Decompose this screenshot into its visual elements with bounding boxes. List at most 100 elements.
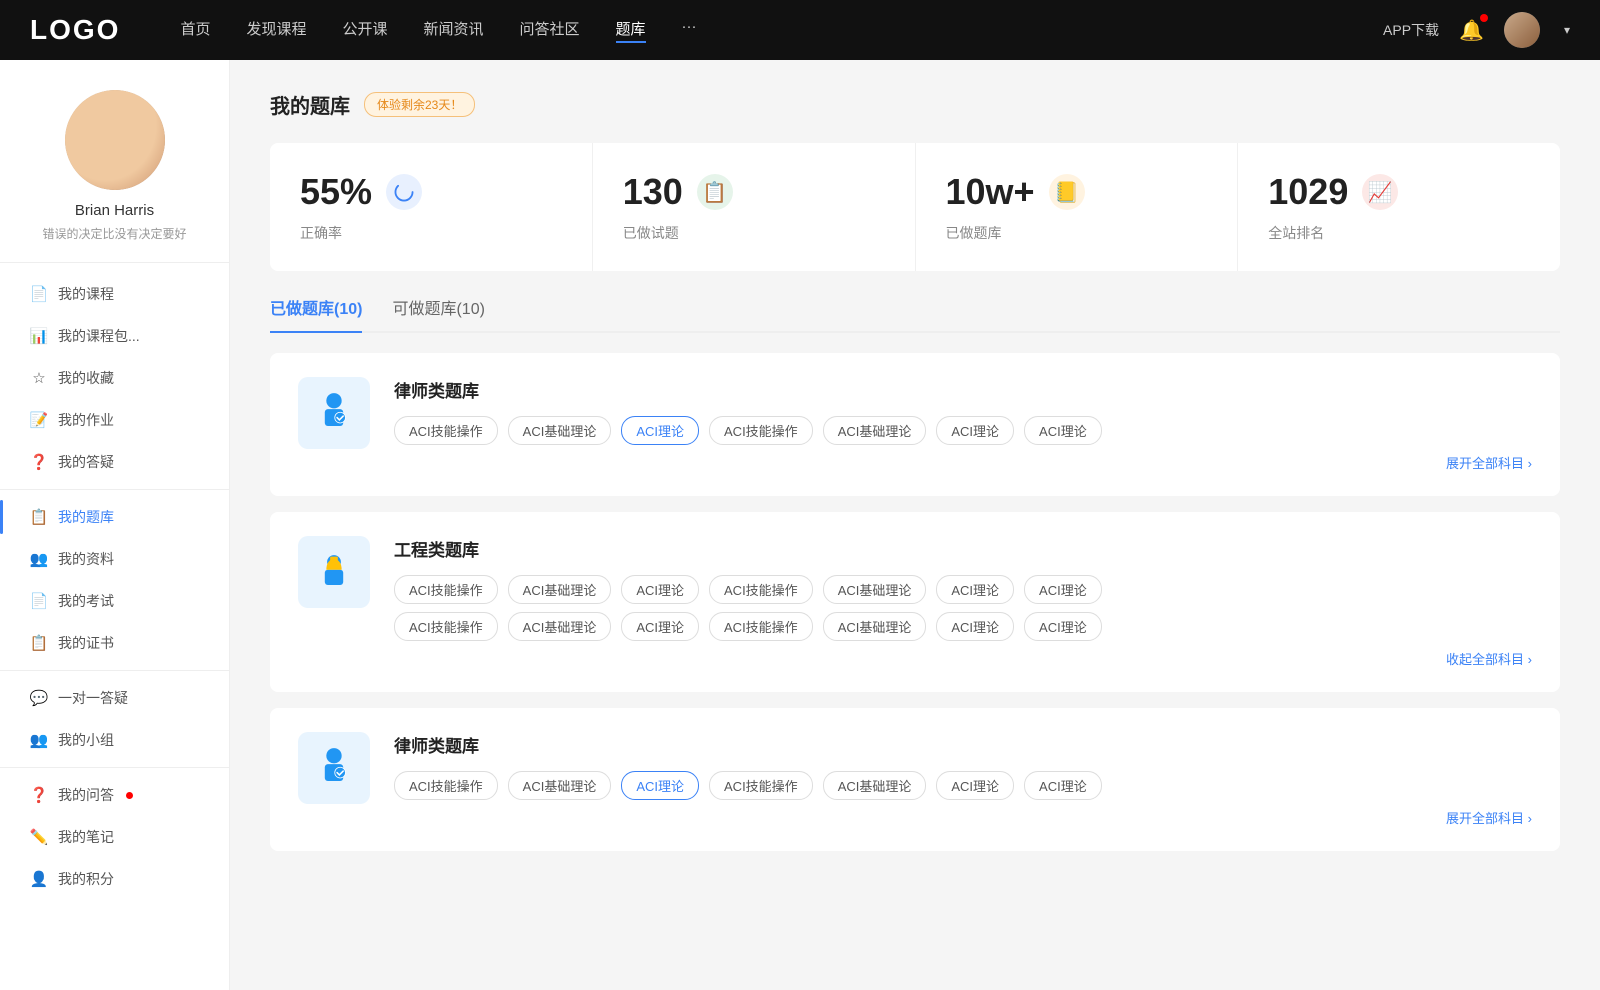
navbar: LOGO 首页 发现课程 公开课 新闻资讯 问答社区 题库 ··· APP下载 🔔 ▾ (0, 0, 1600, 60)
qbank-tag-0-6[interactable]: ACI理论 (1024, 416, 1102, 445)
qbank-tag-0-0[interactable]: ACI技能操作 (394, 416, 498, 445)
sidebar-nav-icon-11: ❓ (30, 786, 48, 804)
navbar-menu-item-1[interactable]: 发现课程 (246, 18, 306, 43)
sidebar-nav-label-6: 我的资料 (58, 549, 114, 569)
sidebar-item-12[interactable]: ✏️我的笔记 (0, 816, 229, 858)
chevron-down-icon[interactable]: ▾ (1564, 23, 1570, 37)
qbank-tag2-1-4[interactable]: ACI基础理论 (823, 612, 927, 641)
logo[interactable]: LOGO (30, 14, 120, 46)
sidebar-divider-9 (0, 670, 229, 671)
sidebar-nav-label-11: 我的问答 (58, 785, 114, 805)
sidebar-item-13[interactable]: 👤我的积分 (0, 858, 229, 900)
sidebar-username: Brian Harris (75, 202, 154, 219)
main-layout: Brian Harris 错误的决定比没有决定要好 📄我的课程📊我的课程包...… (0, 60, 1600, 990)
sidebar-item-7[interactable]: 📄我的考试 (0, 580, 229, 622)
sidebar-item-5[interactable]: 📋我的题库 (0, 496, 229, 538)
bell-icon: 🔔 (1459, 20, 1484, 42)
qbank-tag2-1-2[interactable]: ACI理论 (621, 612, 699, 641)
navbar-menu-item-5[interactable]: 题库 (616, 18, 646, 43)
sidebar-item-1[interactable]: 📊我的课程包... (0, 315, 229, 357)
trial-badge: 体验剩余23天！ (364, 92, 475, 117)
qbank-icon-2 (298, 732, 370, 804)
main-content: 我的题库 体验剩余23天！ 55%正确率130📋已做试题10w+📒已做题库102… (230, 60, 1600, 990)
qbank-tag2-1-6[interactable]: ACI理论 (1024, 612, 1102, 641)
navbar-menu-item-4[interactable]: 问答社区 (520, 18, 580, 43)
navbar-menu-item-0[interactable]: 首页 (180, 18, 210, 43)
sidebar-nav-icon-7: 📄 (30, 592, 48, 610)
qbank-tag-1-2[interactable]: ACI理论 (621, 575, 699, 604)
qbank-tag-1-0[interactable]: ACI技能操作 (394, 575, 498, 604)
sidebar-item-11[interactable]: ❓ 我的问答 (0, 774, 229, 816)
qbank-tag-2-6[interactable]: ACI理论 (1024, 771, 1102, 800)
stat-value-2: 10w+ (946, 171, 1035, 213)
sidebar-item-3[interactable]: 📝我的作业 (0, 399, 229, 441)
navbar-menu-item-6[interactable]: ··· (682, 18, 697, 43)
qbank-tag-1-3[interactable]: ACI技能操作 (709, 575, 813, 604)
sidebar-nav-label-8: 我的证书 (58, 633, 114, 653)
qbank-tag-1-4[interactable]: ACI基础理论 (823, 575, 927, 604)
stat-item-2: 10w+📒已做题库 (916, 143, 1239, 271)
sidebar-item-8[interactable]: 📋 我的证书 (0, 622, 229, 664)
qbank-expand-1[interactable]: 收起全部科目 › (394, 649, 1532, 668)
stat-icon-1: 📋 (697, 174, 733, 210)
stat-item-1: 130📋已做试题 (593, 143, 916, 271)
qbank-tag2-1-3[interactable]: ACI技能操作 (709, 612, 813, 641)
navbar-right: APP下载 🔔 ▾ (1383, 12, 1570, 48)
qbank-expand-0[interactable]: 展开全部科目 › (394, 453, 1532, 472)
qbank-tag-2-2[interactable]: ACI理论 (621, 771, 699, 800)
sidebar-nav-icon-10: 👥 (30, 731, 48, 749)
qbank-icon-0 (298, 377, 370, 449)
qbank-tag-1-6[interactable]: ACI理论 (1024, 575, 1102, 604)
qbank-tag-2-5[interactable]: ACI理论 (936, 771, 1014, 800)
qbank-tag2-1-0[interactable]: ACI技能操作 (394, 612, 498, 641)
sidebar-item-6[interactable]: 👥 我的资料 (0, 538, 229, 580)
sidebar-nav-label-13: 我的积分 (58, 869, 114, 889)
qbank-tag-2-3[interactable]: ACI技能操作 (709, 771, 813, 800)
avatar[interactable] (1504, 12, 1540, 48)
qbank-tag-1-5[interactable]: ACI理论 (936, 575, 1014, 604)
avatar-image (1504, 12, 1540, 48)
sidebar-profile: Brian Harris 错误的决定比没有决定要好 (0, 90, 229, 263)
qbank-tag-0-5[interactable]: ACI理论 (936, 416, 1014, 445)
sidebar-item-4[interactable]: ❓我的答疑 (0, 441, 229, 483)
qbank-tag-0-1[interactable]: ACI基础理论 (508, 416, 612, 445)
qbank-tag-1-1[interactable]: ACI基础理论 (508, 575, 612, 604)
qbank-list: 律师类题库ACI技能操作ACI基础理论ACI理论ACI技能操作ACI基础理论AC… (270, 353, 1560, 851)
qbank-expand-2[interactable]: 展开全部科目 › (394, 808, 1532, 827)
qbank-info-1: 工程类题库ACI技能操作ACI基础理论ACI理论ACI技能操作ACI基础理论AC… (394, 536, 1532, 668)
tab-item-1[interactable]: 可做题库(10) (392, 295, 484, 331)
app-download-link[interactable]: APP下载 (1383, 20, 1439, 40)
page-header: 我的题库 体验剩余23天！ (270, 90, 1560, 119)
qbank-tag-2-0[interactable]: ACI技能操作 (394, 771, 498, 800)
qbank-tag-0-4[interactable]: ACI基础理论 (823, 416, 927, 445)
qbank-tag-0-2[interactable]: ACI理论 (621, 416, 699, 445)
navbar-menu-item-3[interactable]: 新闻资讯 (424, 18, 484, 43)
sidebar-nav-label-1: 我的课程包... (58, 326, 140, 346)
tabs-row: 已做题库(10) 可做题库(10) (270, 295, 1560, 333)
qbank-info-2: 律师类题库ACI技能操作ACI基础理论ACI理论ACI技能操作ACI基础理论AC… (394, 732, 1532, 827)
sidebar-nav-icon-8: 📋 (30, 634, 48, 652)
qbank-tag-2-4[interactable]: ACI基础理论 (823, 771, 927, 800)
sidebar-divider-5 (0, 489, 229, 490)
qbank-tag2-1-5[interactable]: ACI理论 (936, 612, 1014, 641)
qbank-tag-0-3[interactable]: ACI技能操作 (709, 416, 813, 445)
tab-item-0[interactable]: 已做题库(10) (270, 295, 362, 331)
sidebar-item-0[interactable]: 📄我的课程 (0, 273, 229, 315)
sidebar-item-2[interactable]: ☆我的收藏 (0, 357, 229, 399)
sidebar-nav-label-4: 我的答疑 (58, 452, 114, 472)
qbank-tags-2: ACI技能操作 ACI基础理论 ACI理论 ACI技能操作 ACI基础理论 ACI理论 AC… (394, 771, 1532, 800)
notification-bell[interactable]: 🔔 (1459, 18, 1484, 43)
stat-label-2: 已做题库 (946, 223, 1208, 243)
qbank-tag2-1-1[interactable]: ACI基础理论 (508, 612, 612, 641)
stat-value-0: 55% (300, 171, 372, 213)
navbar-menu: 首页 发现课程 公开课 新闻资讯 问答社区 题库 ··· (180, 18, 1383, 43)
qbank-tag-2-1[interactable]: ACI基础理论 (508, 771, 612, 800)
stat-label-1: 已做试题 (623, 223, 885, 243)
navbar-menu-item-2[interactable]: 公开课 (342, 18, 387, 43)
qbank-card-0: 律师类题库ACI技能操作ACI基础理论ACI理论ACI技能操作ACI基础理论AC… (270, 353, 1560, 496)
qbank-tags-1: ACI技能操作 ACI基础理论 ACI理论 ACI技能操作 ACI基础理论 ACI理论 AC… (394, 575, 1532, 604)
sidebar-item-9[interactable]: 💬一对一答疑 (0, 677, 229, 719)
sidebar-item-10[interactable]: 👥我的小组 (0, 719, 229, 761)
qbank-icon-1 (298, 536, 370, 608)
sidebar-nav-icon-6: 👥 (30, 550, 48, 568)
